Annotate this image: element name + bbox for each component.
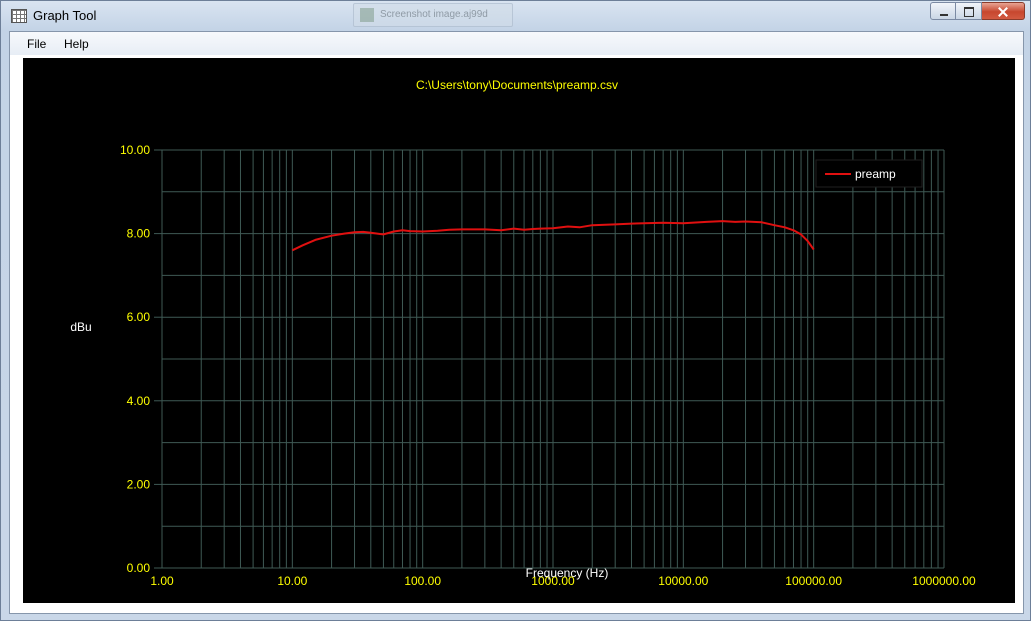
y-tick-label: 10.00 [120, 143, 150, 157]
x-tick-label: 100.00 [404, 574, 441, 588]
y-tick-label: 6.00 [127, 310, 151, 324]
x-tick-label: 1.00 [150, 574, 174, 588]
graph-grid-icon [11, 9, 27, 23]
legend-label-preamp: preamp [855, 167, 896, 181]
graph-panel: 1.00 10.00 100.00 1000.00 10000.00 100000.00 1… [23, 58, 1015, 603]
chart-title: C:\Users\tony\Documents\preamp.csv [416, 78, 618, 92]
x-tick-label: 10.00 [277, 574, 307, 588]
menu-bar: File Help [10, 32, 1023, 55]
client-area: File Help 1.00 10.00 100.00 1000.00 10000.00… [9, 31, 1024, 614]
chart-ticks: 1.00 10.00 100.00 1000.00 10000.00 100000.00 1… [120, 143, 976, 588]
close-button[interactable] [982, 2, 1025, 20]
y-tick-label: 0.00 [127, 561, 151, 575]
window-title: Graph Tool [33, 8, 97, 23]
title-bar[interactable]: Graph Tool Screenshot image.aj99d [1, 1, 1030, 31]
chart-grid [161, 149, 945, 569]
menu-file[interactable]: File [27, 37, 46, 51]
maximize-button[interactable] [956, 2, 982, 20]
y-axis-label: dBu [70, 320, 91, 334]
minimize-button[interactable] [930, 2, 956, 20]
graph-tool-window: Graph Tool Screenshot image.aj99d File H… [0, 0, 1031, 621]
image-icon [360, 8, 374, 22]
x-tick-label: 10000.00 [658, 574, 708, 588]
background-window-tab: Screenshot image.aj99d [353, 3, 513, 27]
y-tick-label: 2.00 [127, 477, 151, 491]
chart-svg: 1.00 10.00 100.00 1000.00 10000.00 100000.00 1… [70, 78, 976, 588]
caption-buttons [930, 2, 1025, 22]
y-tick-label: 8.00 [127, 227, 151, 241]
background-window-title: Screenshot image.aj99d [380, 9, 488, 20]
chart-legend: preamp [815, 159, 923, 188]
x-axis-label: Frequency (Hz) [526, 566, 609, 580]
x-tick-label: 100000.00 [785, 574, 842, 588]
x-tick-label: 1000000.00 [912, 574, 976, 588]
menu-help[interactable]: Help [64, 37, 89, 51]
y-tick-label: 4.00 [127, 394, 151, 408]
